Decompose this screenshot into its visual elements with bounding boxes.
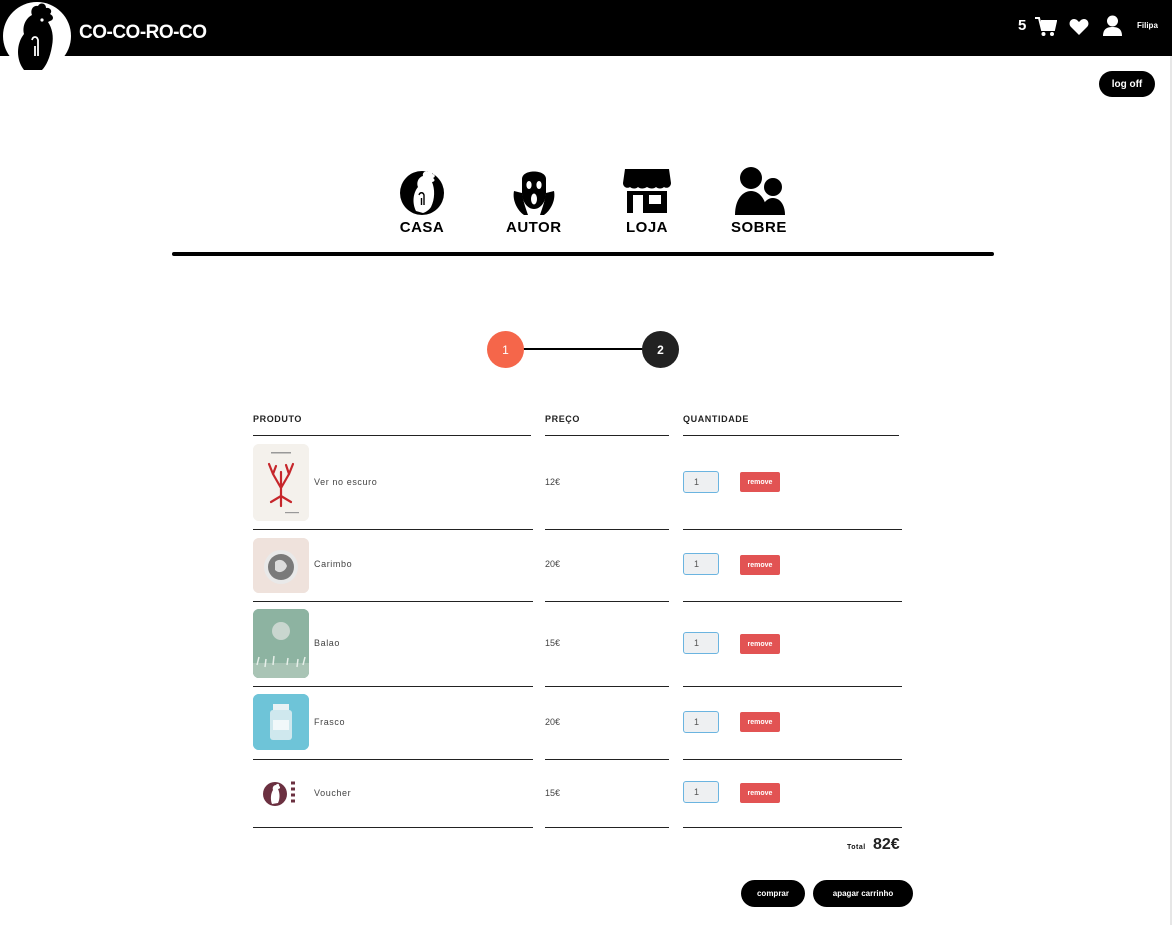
header-quantity: QUANTIDADE (683, 414, 749, 424)
header-rule (545, 435, 669, 436)
product-name[interactable]: Frasco (314, 717, 345, 727)
product-name[interactable]: Balao (314, 638, 340, 648)
rooster-logo-icon[interactable] (2, 0, 72, 72)
product-price: 15€ (545, 638, 561, 648)
row-rule (253, 529, 533, 530)
row-rule (545, 601, 669, 602)
remove-button[interactable]: remove (740, 634, 780, 654)
log-off-button[interactable]: log off (1099, 71, 1155, 97)
product-name[interactable]: Carimbo (314, 559, 352, 569)
user-icon[interactable] (1103, 15, 1122, 36)
cart-icon[interactable] (1035, 17, 1057, 37)
nav-label-loja: LOJA (625, 219, 668, 236)
row-rule (253, 759, 533, 760)
row-rule (253, 601, 533, 602)
remove-button[interactable]: remove (740, 555, 780, 575)
row-rule (683, 827, 902, 828)
quantity-input[interactable] (683, 632, 719, 654)
nav-item-autor[interactable]: AUTOR (506, 165, 562, 236)
rooster-icon (400, 170, 444, 215)
nav-item-casa[interactable]: CASA (396, 165, 448, 236)
product-name[interactable]: Ver no escuro (314, 477, 377, 487)
header-product: PRODUTO (253, 414, 303, 424)
header-price: PREÇO (545, 414, 581, 424)
total-label: Total (847, 844, 866, 851)
buy-button[interactable]: comprar (741, 880, 805, 907)
quantity-input[interactable] (683, 553, 719, 575)
brand-name[interactable]: CO-CO-RO-CO (79, 22, 207, 44)
header-rule (683, 435, 899, 436)
row-rule (683, 601, 902, 602)
total-value: 82€ (873, 836, 900, 853)
remove-button[interactable]: remove (740, 783, 780, 803)
remove-button[interactable]: remove (740, 712, 780, 732)
remove-button[interactable]: remove (740, 472, 780, 492)
nav-label-casa: CASA (399, 219, 445, 236)
product-price: 20€ (545, 559, 561, 569)
scream-face-icon (513, 171, 555, 215)
row-rule (545, 686, 669, 687)
quantity-input[interactable] (683, 471, 719, 493)
row-rule (683, 686, 902, 687)
stamp-thumbnail[interactable] (253, 538, 309, 593)
quantity-input[interactable] (683, 781, 719, 803)
stepper-connector (523, 348, 643, 350)
row-rule (545, 759, 669, 760)
jar-thumbnail[interactable] (253, 694, 309, 750)
username[interactable]: Filipa (1137, 21, 1158, 30)
row-rule (253, 827, 533, 828)
cart-count: 5 (1018, 17, 1027, 34)
product-price: 12€ (545, 477, 561, 487)
row-rule (683, 529, 902, 530)
row-rule (545, 529, 669, 530)
shop-icon (623, 169, 671, 213)
product-name[interactable]: Voucher (314, 788, 351, 798)
heart-icon[interactable] (1069, 18, 1089, 36)
nav-label-sobre: SOBRE (731, 219, 787, 236)
nav-label-autor: AUTOR (506, 219, 562, 236)
step-2-indicator[interactable]: 2 (642, 331, 679, 368)
book-cover-thumbnail[interactable] (253, 444, 309, 521)
row-rule (545, 827, 669, 828)
quantity-input[interactable] (683, 711, 719, 733)
voucher-logo-thumbnail[interactable] (253, 769, 309, 819)
step-1-indicator: 1 (487, 331, 524, 368)
clear-cart-button[interactable]: apagar carrinho (813, 880, 913, 907)
nav-item-sobre[interactable]: SOBRE (731, 165, 787, 236)
nav-item-loja[interactable]: LOJA (621, 165, 673, 236)
people-icon (734, 167, 785, 215)
header-rule (253, 435, 531, 436)
nav-divider (172, 252, 994, 256)
product-price: 20€ (545, 717, 561, 727)
row-rule (683, 759, 902, 760)
balloon-thumbnail[interactable] (253, 609, 309, 678)
row-rule (253, 686, 533, 687)
top-bar: CO-CO-RO-CO 5 Filipa (0, 0, 1172, 56)
product-price: 15€ (545, 788, 561, 798)
